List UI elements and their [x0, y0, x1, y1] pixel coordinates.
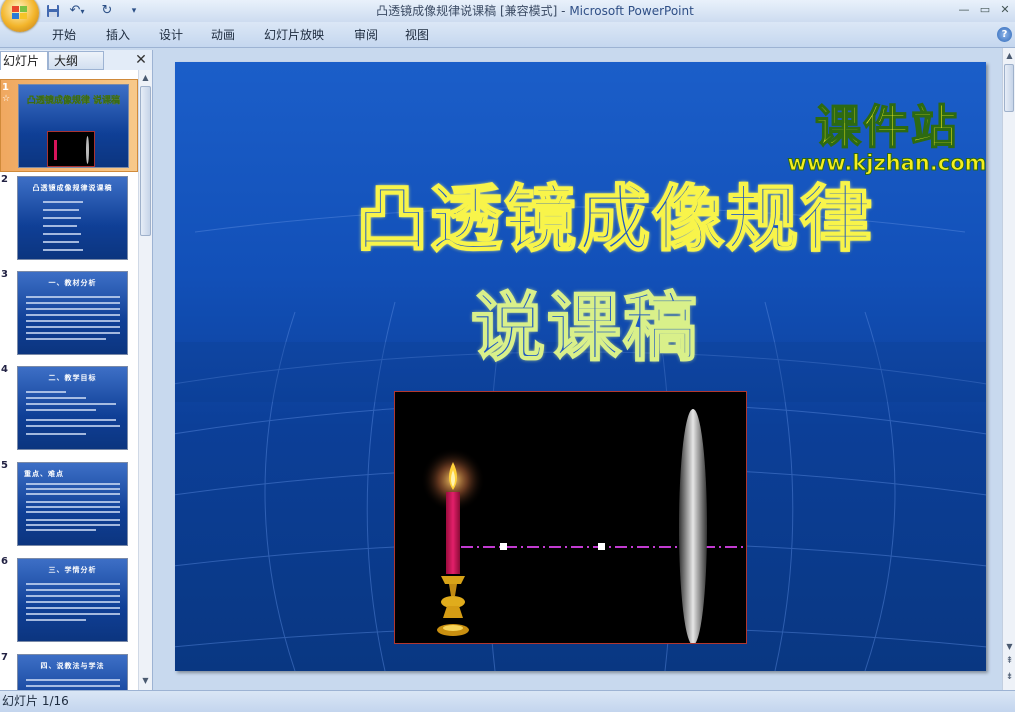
customize-icon[interactable]: ▾ — [128, 2, 140, 20]
tab-review[interactable]: 审阅 — [354, 26, 378, 44]
slide-preview-image — [47, 131, 95, 167]
slide-preview: 四、说教法与学法 — [17, 654, 128, 690]
slide-number: 2 — [1, 174, 8, 185]
slide-number: 3 — [1, 269, 8, 280]
slide-number: 1 — [2, 82, 9, 93]
slide-preview-title: 二、教学目标 — [48, 374, 97, 382]
status-bar — [0, 690, 1015, 712]
slide-preview-title: 凸透镜成像规律说课稿 — [32, 184, 113, 192]
slide-thumbnail-5[interactable]: 5 重点、难点 — [0, 458, 138, 551]
redo-icon[interactable]: ↻ — [98, 2, 116, 20]
close-button[interactable]: ✕ — [995, 1, 1015, 18]
panel-scrollbar[interactable]: ▲ ▼ — [138, 70, 152, 690]
slide-preview: 三、学情分析 — [17, 558, 128, 642]
scroll-up-icon[interactable]: ▲ — [1003, 49, 1015, 63]
office-logo-icon — [12, 6, 27, 19]
slide-number: 6 — [1, 556, 8, 567]
slide-thumbnail-6[interactable]: 6 三、学情分析 — [0, 554, 138, 647]
slide-title-line2[interactable]: 说课稿 — [355, 268, 815, 375]
slide-preview-title: 四、说教法与学法 — [40, 662, 105, 670]
close-icon[interactable]: ✕ — [134, 52, 148, 68]
maximize-button[interactable]: ▭ — [975, 1, 995, 18]
lens-animation-image[interactable] — [394, 391, 747, 645]
slide-scrollbar[interactable]: ▲ ▼ ⇞ ⇟ — [1002, 48, 1015, 690]
slide-number: 5 — [1, 460, 8, 471]
scrollbar-thumb[interactable] — [1004, 64, 1014, 112]
slide-canvas[interactable]: 课件站 www.kjzhan.com 凸透镜成像规律 说课稿 — [175, 62, 986, 671]
candle-lens-illustration — [421, 409, 746, 645]
slide-preview-title: 三、学情分析 — [48, 566, 97, 574]
slide-preview: 凸透镜成像规律 说课稿 — [18, 84, 129, 168]
window-title: 凸透镜成像规律说课稿 [兼容模式] - Microsoft PowerPoint — [300, 2, 770, 20]
slide-thumbnail-4[interactable]: 4 二、教学目标 — [0, 362, 138, 455]
slide-thumbnail-1[interactable]: 1 ☆ 凸透镜成像规律 说课稿 — [0, 79, 138, 172]
document-title: 凸透镜成像规律说课稿 [兼容模式] - — [376, 4, 570, 18]
slide-thumbnail-2[interactable]: 2 凸透镜成像规律说课稿 — [0, 172, 138, 265]
slide-preview: 二、教学目标 — [17, 366, 128, 450]
slide-preview: 凸透镜成像规律说课稿 — [17, 176, 128, 260]
slide-preview: 重点、难点 — [17, 462, 128, 546]
tab-animations[interactable]: 动画 — [211, 26, 235, 44]
undo-icon[interactable]: ↶▾ — [66, 2, 88, 20]
slide-preview: 一、教材分析 — [17, 271, 128, 355]
watermark-cn: 课件站 — [814, 99, 959, 155]
focal-point-marker — [598, 543, 605, 550]
candle-body — [446, 492, 460, 574]
scrollbar-thumb[interactable] — [140, 86, 151, 236]
tab-home[interactable]: 开始 — [52, 26, 76, 44]
slide-preview-title: 一、教材分析 — [48, 279, 97, 287]
animation-star-icon: ☆ — [2, 94, 11, 104]
scroll-down-icon[interactable]: ▼ — [1003, 640, 1015, 654]
next-slide-icon[interactable]: ⇟ — [1003, 670, 1015, 684]
slide-indicator: 幻灯片 1/16 — [2, 694, 69, 708]
slide-number: 4 — [1, 364, 8, 375]
slide-preview-title: 凸透镜成像规律 说课稿 — [26, 96, 121, 106]
thumbnail-list[interactable]: 1 ☆ 凸透镜成像规律 说课稿 2 凸透镜成像规律说课稿 3 一、教材分析 4 … — [0, 70, 138, 690]
convex-lens — [679, 409, 707, 645]
ribbon-tab-row — [0, 22, 1015, 48]
slide-title-line1[interactable]: 凸透镜成像规律 — [265, 160, 965, 265]
tab-insert[interactable]: 插入 — [106, 26, 130, 44]
slide-thumbnail-7[interactable]: 7 四、说教法与学法 — [0, 650, 138, 690]
tab-slideshow[interactable]: 幻灯片放映 — [264, 26, 324, 44]
slide-preview-title: 重点、难点 — [24, 470, 64, 478]
app-name: Microsoft PowerPoint — [569, 4, 694, 18]
help-icon[interactable]: ? — [997, 27, 1012, 42]
minimize-button[interactable]: — — [954, 1, 974, 18]
tab-slides[interactable]: 幻灯片 — [0, 51, 48, 70]
tab-view[interactable]: 视图 — [405, 26, 429, 44]
scroll-down-icon[interactable]: ▼ — [139, 674, 152, 688]
save-icon[interactable] — [45, 2, 61, 20]
focal-point-marker — [500, 543, 507, 550]
previous-slide-icon[interactable]: ⇞ — [1003, 654, 1015, 668]
slide-number: 7 — [1, 652, 8, 663]
tab-outline[interactable]: 大纲 — [48, 51, 104, 70]
tab-design[interactable]: 设计 — [159, 26, 183, 44]
slide-thumbnail-3[interactable]: 3 一、教材分析 — [0, 267, 138, 360]
scroll-up-icon[interactable]: ▲ — [139, 71, 152, 85]
